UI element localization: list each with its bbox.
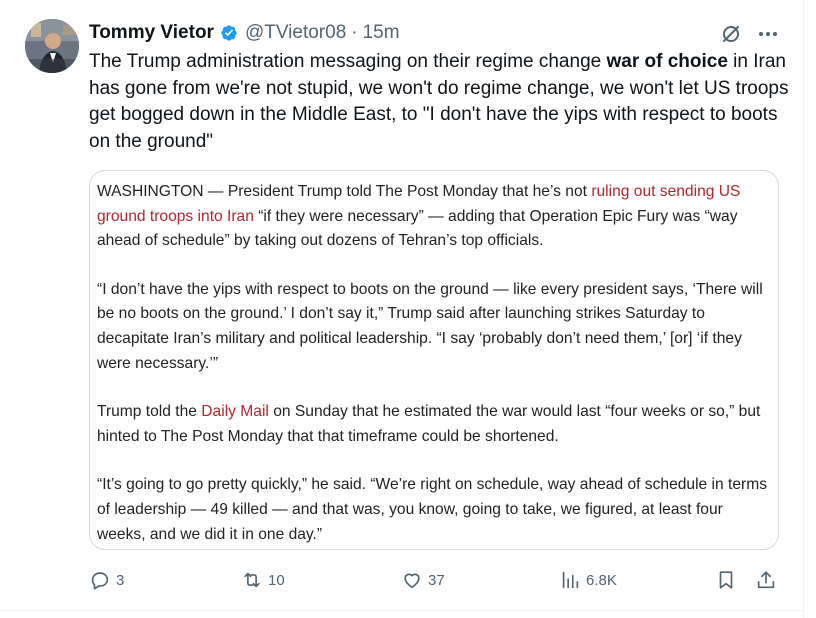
reply-icon bbox=[91, 572, 109, 590]
share-icon bbox=[757, 571, 775, 589]
article-paragraph-4: “It’s going to go pretty quickly,” he sa… bbox=[97, 476, 768, 543]
more-icon[interactable] bbox=[755, 22, 781, 46]
reply-count: 3 bbox=[116, 571, 125, 589]
like-button[interactable]: 37 bbox=[401, 566, 445, 594]
avatar[interactable] bbox=[25, 19, 79, 73]
grok-icon[interactable] bbox=[719, 22, 743, 46]
share-button[interactable] bbox=[755, 566, 777, 594]
like-icon bbox=[404, 573, 420, 589]
timestamp[interactable]: 15m bbox=[363, 22, 400, 44]
like-count: 37 bbox=[428, 571, 445, 589]
article-paragraph-2: “I don’t have the yips with respect to b… bbox=[97, 280, 763, 372]
article-text: Trump told the bbox=[97, 403, 202, 421]
author-handle[interactable]: @TVietor08 bbox=[245, 22, 346, 44]
quoted-article-card[interactable]: WASHINGTON — President Trump told The Po… bbox=[89, 170, 779, 550]
quoted-article-text: WASHINGTON — President Trump told The Po… bbox=[97, 180, 771, 547]
tweet-text-before: The Trump administration messaging on th… bbox=[89, 51, 607, 72]
tweet-text: The Trump administration messaging on th… bbox=[89, 49, 789, 155]
article-text: WASHINGTON — President Trump told The Po… bbox=[97, 183, 592, 200]
verified-badge-icon bbox=[219, 23, 239, 43]
repost-button[interactable]: 10 bbox=[241, 566, 285, 594]
views-button[interactable]: 6.8K bbox=[559, 566, 617, 594]
divider bbox=[0, 610, 803, 611]
repost-icon bbox=[244, 572, 260, 588]
tweet-container: Tommy Vietor @TVietor08 · 15m The Trump … bbox=[0, 0, 804, 618]
repost-count: 10 bbox=[268, 571, 285, 589]
tweet-header: Tommy Vietor @TVietor08 · 15m bbox=[89, 20, 400, 46]
views-count: 6.8K bbox=[586, 571, 617, 589]
article-link-daily-mail[interactable]: Daily Mail bbox=[201, 403, 269, 420]
tweet-text-bold: war of choice bbox=[606, 51, 728, 72]
bookmark-button[interactable] bbox=[715, 566, 737, 594]
separator-dot: · bbox=[351, 22, 358, 43]
article-paragraph-3: Trump told the Daily Mail on Sunday that… bbox=[97, 400, 771, 449]
author-name[interactable]: Tommy Vietor bbox=[89, 22, 214, 44]
action-bar: 3 10 37 6.8K bbox=[89, 566, 789, 594]
article-paragraph-1: WASHINGTON — President Trump told The Po… bbox=[97, 180, 771, 254]
bookmark-icon bbox=[719, 571, 733, 589]
reply-button[interactable]: 3 bbox=[89, 566, 124, 594]
views-icon bbox=[562, 571, 579, 589]
